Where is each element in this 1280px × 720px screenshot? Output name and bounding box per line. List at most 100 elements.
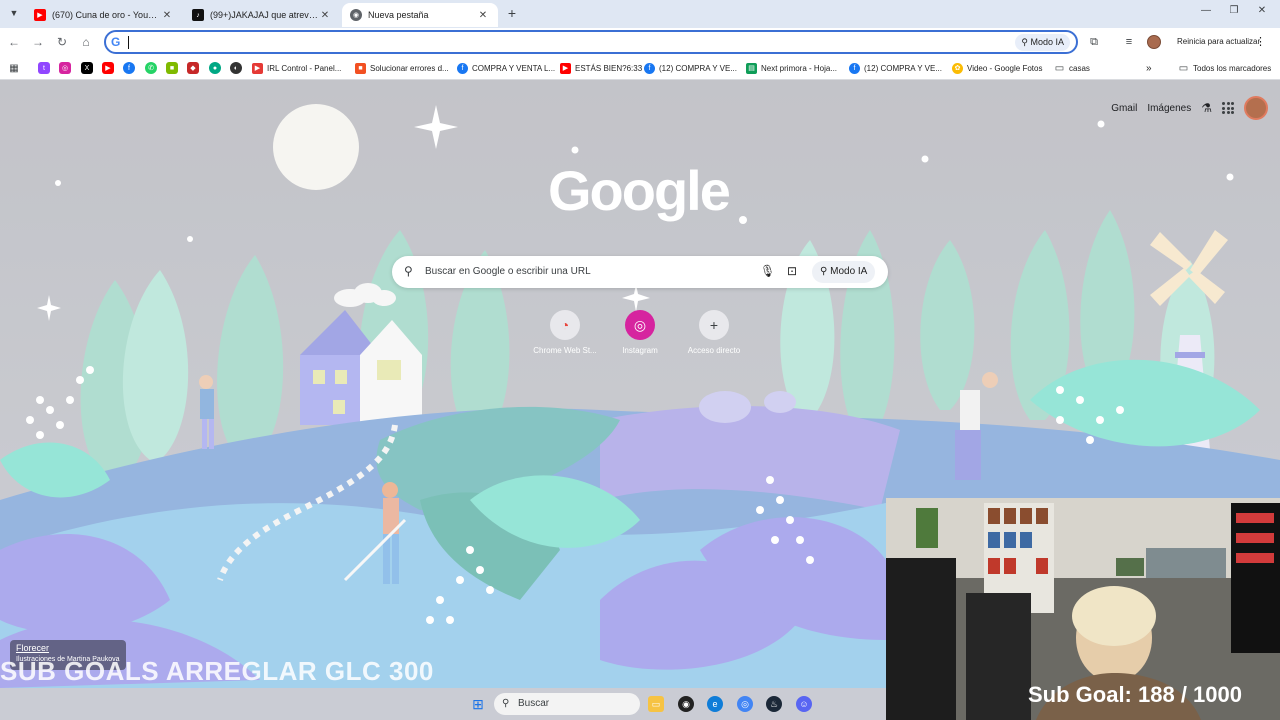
update-button[interactable]: Reinicia para actualizar ⋮: [1170, 32, 1272, 52]
shortcut-label: Acceso directo: [687, 346, 741, 355]
more-bookmarks-chevron-icon[interactable]: »: [1146, 60, 1152, 76]
chrome-web-store-icon: ◔: [550, 310, 580, 340]
plus-icon: +: [699, 310, 729, 340]
minimize-icon[interactable]: —: [1196, 5, 1216, 21]
close-icon[interactable]: ✕: [476, 10, 490, 21]
close-icon[interactable]: ✕: [160, 10, 174, 21]
youtube-icon: ▶: [560, 62, 571, 74]
search-placeholder[interactable]: Buscar en Google o escribir una URL: [425, 266, 591, 277]
bookmark-label: (12) COMPRA Y VE...: [659, 63, 737, 73]
extensions-puzzle-icon[interactable]: ⧉: [1086, 34, 1102, 50]
discord-icon[interactable]: ☺: [796, 696, 812, 712]
search-icon: ⚲: [502, 698, 510, 709]
restore-icon[interactable]: ❐: [1224, 5, 1244, 21]
taskbar-search[interactable]: ⚲ Buscar: [494, 693, 640, 715]
search-modo-ia-button[interactable]: ⚲ Modo IA: [812, 261, 876, 283]
labs-flask-icon[interactable]: ⚗: [1201, 101, 1212, 115]
youtube-icon[interactable]: ▶: [102, 62, 114, 74]
sub-goal-label: Sub Goal:: [1028, 682, 1132, 707]
stream-overlay-text: SUB GOALS ARREGLAR GLC 300: [0, 656, 434, 686]
bookmark-label: Next primora - Hoja...: [761, 63, 838, 73]
back-arrow-icon[interactable]: ←: [6, 34, 22, 50]
sub-goal-counter: Sub Goal: 188 / 1000: [1028, 682, 1242, 708]
omnibox-modo-ia-button[interactable]: ⚲ Modo IA: [1015, 34, 1070, 51]
facebook-icon[interactable]: f: [123, 62, 135, 74]
microsoft-icon: ■: [355, 62, 366, 74]
bookmark-item[interactable]: ▶ IRL Control - Panel...: [252, 60, 341, 76]
all-bookmarks-folder[interactable]: ▭ Todos los marcadores: [1178, 60, 1272, 76]
tab-strip: ▼ ▶ (670) Cuna de oro - YouTube ✕ ♪ (99+…: [0, 0, 1280, 28]
chat-icon[interactable]: ●: [209, 62, 221, 74]
edge-icon[interactable]: e: [707, 696, 723, 712]
all-bookmarks-label: Todos los marcadores: [1193, 63, 1272, 73]
chrome-icon: ◉: [350, 9, 362, 21]
bookmark-label: Solucionar errores d...: [370, 63, 449, 73]
tab-title: (99+)JAKAJAJ que atrevido este: [210, 10, 318, 20]
apps-icon[interactable]: ▦: [8, 62, 20, 74]
bookmark-item[interactable]: f (12) COMPRA Y VE...: [644, 60, 737, 76]
twitch-icon[interactable]: t: [38, 62, 50, 74]
microphone-icon[interactable]: 🎙: [760, 264, 775, 278]
theme-title[interactable]: Florecer: [16, 643, 120, 653]
steam-icon[interactable]: ♨: [766, 696, 782, 712]
google-apps-icon[interactable]: [1222, 102, 1234, 114]
tab-title: Nueva pestaña: [368, 10, 429, 20]
profile-avatar[interactable]: [1147, 35, 1161, 49]
windows-start-icon[interactable]: ⊞: [470, 696, 486, 712]
bookmark-item[interactable]: ▤ Next primora - Hoja...: [746, 60, 837, 76]
reload-icon[interactable]: ↻: [54, 34, 70, 50]
microsoft-icon[interactable]: ■: [166, 62, 178, 74]
close-icon[interactable]: ✕: [318, 10, 332, 21]
shortcut-label: Instagram: [622, 346, 658, 355]
bookmark-item[interactable]: ▶ ESTÁS BIEN?6:33: [560, 60, 642, 76]
tab-new-tab[interactable]: ◉ Nueva pestaña ✕: [342, 3, 498, 27]
bookmark-item[interactable]: f COMPRA Y VENTA L...: [457, 60, 555, 76]
webcam-feed: Sub Goal: 188 / 1000: [886, 498, 1280, 720]
google-search-box[interactable]: ⚲ Buscar en Google o escribir una URL 🎙 …: [392, 256, 888, 288]
top-right-links: Gmail Imágenes ⚗: [1111, 96, 1268, 120]
bookmark-label: IRL Control - Panel...: [267, 63, 342, 73]
bookmark-label: Video - Google Fotos: [967, 63, 1043, 73]
x-icon[interactable]: X: [81, 62, 93, 74]
obs-icon[interactable]: ◉: [678, 696, 694, 712]
facebook-icon: f: [644, 62, 655, 74]
shortcut-instagram[interactable]: ◎ Instagram: [604, 310, 676, 355]
google-lens-icon[interactable]: ⊡: [787, 264, 797, 278]
close-window-icon[interactable]: ✕: [1252, 5, 1272, 21]
chrome-icon[interactable]: ◎: [737, 696, 753, 712]
bookmark-label: (12) COMPRA Y VE...: [864, 63, 942, 73]
forward-arrow-icon[interactable]: →: [30, 34, 46, 50]
new-tab-plus-icon[interactable]: +: [504, 5, 520, 21]
bookmark-item[interactable]: ✿ Video - Google Fotos: [952, 60, 1042, 76]
tiktok-icon: ♪: [192, 9, 204, 21]
taskbar-search-label: Buscar: [518, 698, 550, 709]
gmail-link[interactable]: Gmail: [1111, 103, 1137, 114]
images-link[interactable]: Imágenes: [1147, 103, 1191, 114]
whatsapp-icon[interactable]: ✆: [145, 62, 157, 74]
kebab-menu-icon[interactable]: ⋮: [1255, 32, 1266, 52]
tab-search-chevron-icon[interactable]: ▼: [5, 4, 23, 22]
account-avatar[interactable]: [1244, 96, 1268, 120]
game-icon[interactable]: ◆: [187, 62, 199, 74]
media-controls-icon[interactable]: ≡: [1121, 34, 1137, 50]
instagram-icon: ◎: [625, 310, 655, 340]
tab-youtube[interactable]: ▶ (670) Cuna de oro - YouTube ✕: [26, 3, 182, 27]
sub-goal-value: 188 / 1000: [1138, 682, 1242, 707]
home-icon[interactable]: ⌂: [78, 34, 94, 50]
github-icon[interactable]: ◐: [230, 62, 242, 74]
shortcut-chrome-web-store[interactable]: ◔ Chrome Web St...: [529, 310, 601, 355]
modo-ia-label: Modo IA: [830, 266, 868, 277]
file-explorer-icon[interactable]: ▭: [648, 696, 664, 712]
folder-icon: ▭: [1054, 62, 1065, 74]
bookmark-folder[interactable]: ▭ casas: [1054, 60, 1090, 76]
windows-taskbar: ⊞ ⚲ Buscar ▭ ◉ e ◎ ♨ ☺: [0, 688, 886, 720]
instagram-icon[interactable]: ◎: [59, 62, 71, 74]
tab-title: (670) Cuna de oro - YouTube: [52, 10, 160, 20]
update-label: Reinicia para actualizar: [1177, 37, 1261, 46]
bookmark-item[interactable]: ■ Solucionar errores d...: [355, 60, 449, 76]
bookmark-label: COMPRA Y VENTA L...: [472, 63, 556, 73]
shortcut-add[interactable]: + Acceso directo: [678, 310, 750, 355]
tab-tiktok[interactable]: ♪ (99+)JAKAJAJ que atrevido este ✕: [184, 3, 340, 27]
address-bar[interactable]: G ⚲ Modo IA: [104, 30, 1078, 54]
bookmark-item[interactable]: f (12) COMPRA Y VE...: [849, 60, 942, 76]
